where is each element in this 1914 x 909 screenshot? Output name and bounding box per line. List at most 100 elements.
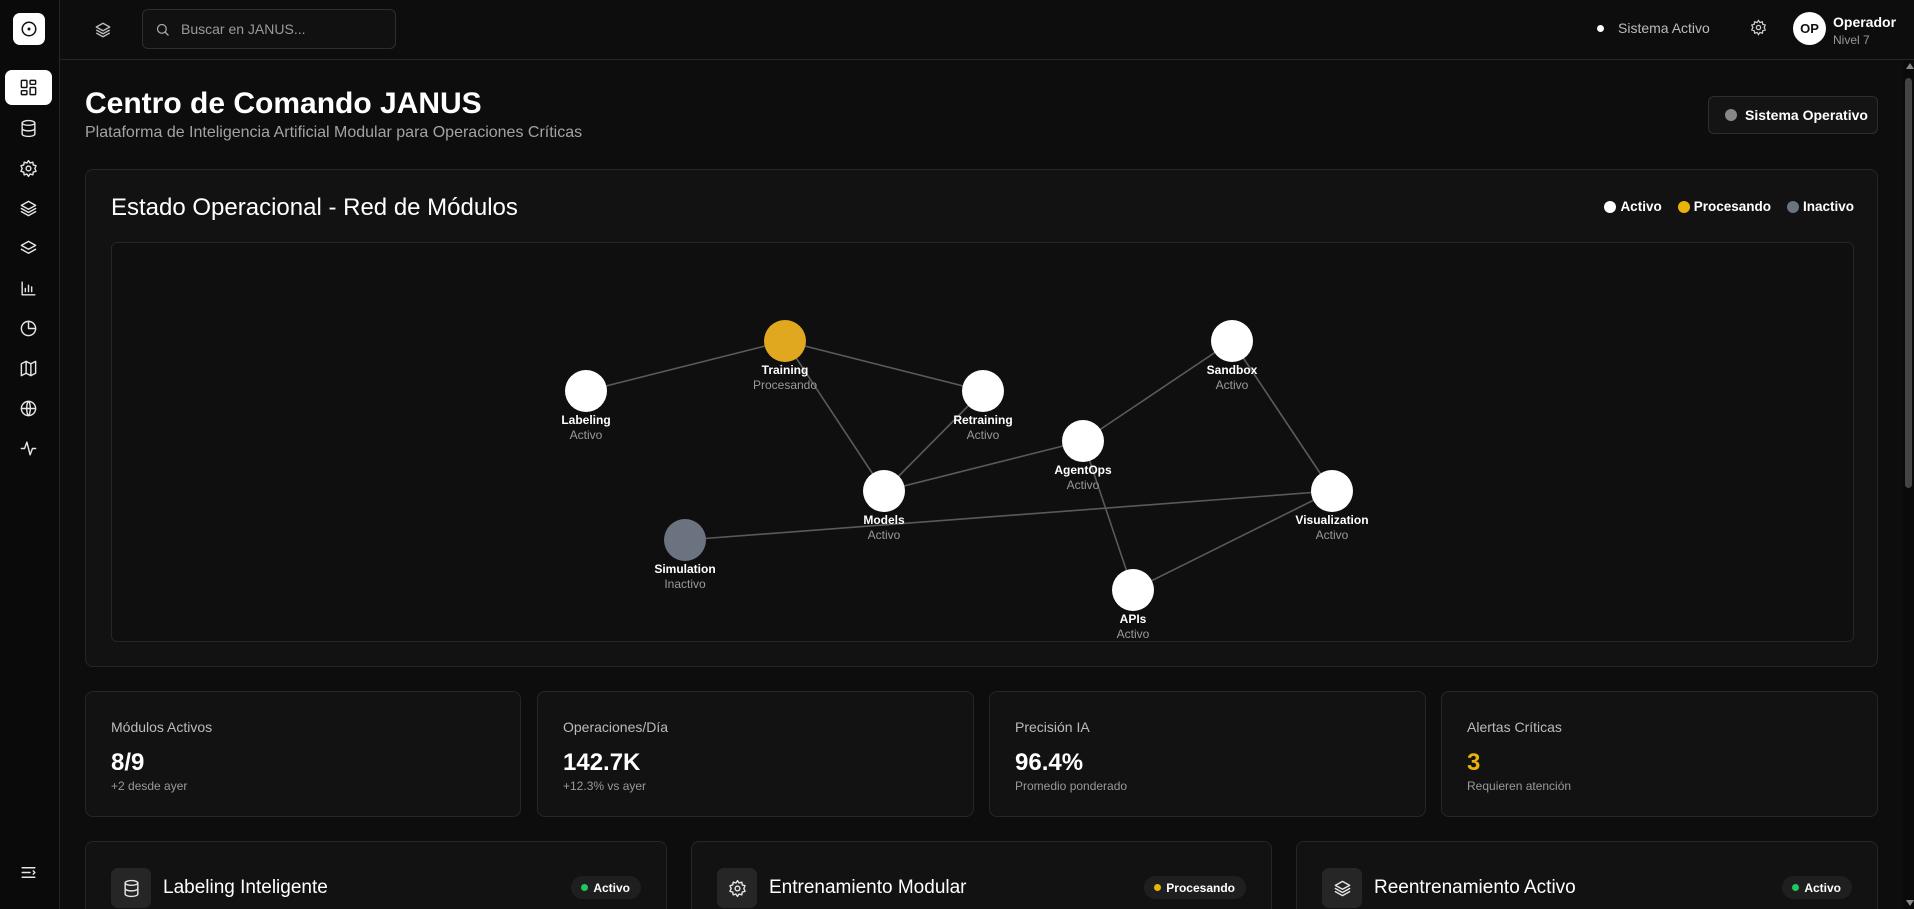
network-node-sandbox[interactable]: SandboxActivo bbox=[1207, 320, 1258, 392]
page-scrollbar[interactable] bbox=[1903, 60, 1914, 909]
legend-item-inactive: Inactivo bbox=[1786, 199, 1854, 214]
map-icon bbox=[20, 360, 37, 377]
sidebar-item-stack[interactable] bbox=[5, 231, 52, 266]
node-status: Procesando bbox=[753, 378, 817, 392]
node-status: Activo bbox=[1067, 478, 1100, 492]
network-node-models[interactable]: ModelsActivo bbox=[863, 470, 905, 542]
gear-icon bbox=[728, 879, 746, 897]
node-circle[interactable] bbox=[1211, 320, 1253, 362]
legend-item-processing: Procesando bbox=[1677, 199, 1771, 214]
node-label: Models bbox=[863, 513, 905, 527]
sidebar-collapse-button[interactable] bbox=[5, 855, 52, 890]
sidebar-item-dashboard[interactable] bbox=[5, 70, 52, 105]
scroll-down-arrow-icon[interactable] bbox=[1906, 900, 1914, 906]
sidebar-item-charts[interactable] bbox=[5, 271, 52, 306]
stat-card-ai-precision: Precisión IA 96.4% Promedio ponderado bbox=[989, 691, 1426, 817]
network-edge-simulation-visualization bbox=[684, 490, 1333, 541]
status-dot bbox=[1597, 24, 1604, 32]
layers-icon bbox=[95, 22, 111, 38]
stat-value: 3 bbox=[1467, 749, 1481, 776]
node-circle[interactable] bbox=[764, 320, 806, 362]
search-input[interactable] bbox=[181, 21, 381, 37]
node-label: AgentOps bbox=[1054, 463, 1112, 477]
stat-card-operations: Operaciones/Día 142.7K +12.3% vs ayer bbox=[537, 691, 974, 817]
network-node-labeling[interactable]: LabelingActivo bbox=[561, 370, 611, 442]
dashboard-icon bbox=[20, 79, 37, 96]
legend-dot bbox=[1604, 200, 1617, 213]
status-badge-label: Activo bbox=[1804, 880, 1841, 895]
app-root: Sistema Activo OP Operador Nivel 7 Centr… bbox=[0, 0, 1914, 909]
node-circle[interactable] bbox=[664, 519, 706, 561]
node-label: Training bbox=[762, 363, 809, 377]
node-circle[interactable] bbox=[962, 370, 1004, 412]
scroll-up-arrow-icon[interactable] bbox=[1906, 63, 1914, 69]
sidebar-item-layers[interactable] bbox=[5, 191, 52, 226]
layers-toggle-button[interactable] bbox=[92, 19, 114, 41]
network-node-retraining[interactable]: RetrainingActivo bbox=[953, 370, 1013, 442]
legend-label: Procesando bbox=[1693, 199, 1771, 214]
network-node-visualization[interactable]: VisualizationActivo bbox=[1295, 470, 1369, 542]
sidebar-item-database[interactable] bbox=[5, 111, 52, 146]
module-title: Labeling Inteligente bbox=[163, 877, 328, 898]
node-circle[interactable] bbox=[565, 370, 607, 412]
node-label: Simulation bbox=[654, 562, 715, 576]
avatar[interactable]: OP bbox=[1793, 12, 1826, 45]
system-status: Sistema Activo bbox=[1597, 20, 1710, 36]
search-box[interactable] bbox=[142, 9, 396, 49]
network-graph[interactable]: Labeling Activo Training Procesando Retraini… bbox=[111, 242, 1854, 642]
network-edge-agentops-sandbox bbox=[1082, 340, 1233, 442]
logo-icon bbox=[21, 21, 37, 37]
collapse-menu-icon bbox=[21, 867, 36, 878]
app-logo[interactable] bbox=[13, 13, 45, 45]
node-circle[interactable] bbox=[1311, 470, 1353, 512]
module-icon bbox=[717, 868, 757, 908]
module-card-training[interactable]: Entrenamiento Modular Procesando bbox=[691, 841, 1272, 909]
stat-card-active-modules: Módulos Activos 8/9 +2 desde ayer bbox=[85, 691, 521, 817]
sidebar-item-settings[interactable] bbox=[5, 151, 52, 186]
node-label: Visualization bbox=[1295, 513, 1368, 527]
sidebar-item-analytics[interactable] bbox=[5, 311, 52, 346]
scrollbar-thumb[interactable] bbox=[1905, 78, 1912, 488]
network-graph-svg: LabelingActivo TrainingProcesando Retraini… bbox=[561, 320, 1369, 641]
status-dot bbox=[1725, 109, 1737, 121]
node-circle[interactable] bbox=[1112, 569, 1154, 611]
sidebar-item-activity[interactable] bbox=[5, 431, 52, 466]
network-legend: Activo Procesando Inactivo bbox=[1588, 199, 1854, 214]
network-node-training[interactable]: TrainingProcesando bbox=[753, 320, 817, 392]
user-name: Operador bbox=[1833, 14, 1897, 30]
module-card-labeling[interactable]: Labeling Inteligente Activo bbox=[85, 841, 667, 909]
gear-icon bbox=[1750, 19, 1767, 36]
stat-label: Operaciones/Día bbox=[563, 719, 669, 735]
activity-icon bbox=[20, 441, 37, 456]
settings-button[interactable] bbox=[1750, 19, 1770, 39]
node-status: Activo bbox=[967, 428, 1000, 442]
node-status: Activo bbox=[1316, 528, 1349, 542]
stat-value: 8/9 bbox=[111, 749, 145, 776]
gear-icon bbox=[20, 159, 37, 178]
sidebar bbox=[0, 0, 60, 909]
network-node-agentops[interactable]: AgentOpsActivo bbox=[1054, 420, 1112, 492]
network-node-simulation[interactable]: SimulationInactivo bbox=[654, 519, 716, 591]
status-badge-label: Activo bbox=[593, 880, 630, 895]
stat-value: 142.7K bbox=[563, 749, 641, 776]
network-title: Estado Operacional - Red de Módulos bbox=[111, 194, 518, 221]
page-title: Centro de Comando JANUS bbox=[85, 87, 482, 120]
system-operational-badge[interactable]: Sistema Operativo bbox=[1708, 96, 1878, 134]
node-circle[interactable] bbox=[1062, 420, 1104, 462]
database-icon bbox=[123, 879, 139, 897]
globe-icon bbox=[20, 400, 37, 417]
node-circle[interactable] bbox=[863, 470, 905, 512]
stat-label: Alertas Críticas bbox=[1467, 719, 1562, 735]
network-node-apis[interactable]: APIsActivo bbox=[1112, 569, 1154, 641]
sidebar-item-globe[interactable] bbox=[5, 391, 52, 426]
node-label: APIs bbox=[1120, 612, 1147, 626]
stat-value: 96.4% bbox=[1015, 749, 1084, 776]
legend-item-active: Activo bbox=[1604, 199, 1662, 214]
sidebar-item-map[interactable] bbox=[5, 351, 52, 386]
status-dot bbox=[1154, 884, 1162, 891]
layers-icon bbox=[20, 200, 37, 217]
module-title: Reentrenamiento Activo bbox=[1374, 877, 1576, 898]
node-status: Activo bbox=[1216, 378, 1249, 392]
module-card-retraining[interactable]: Reentrenamiento Activo Activo bbox=[1296, 841, 1878, 909]
stat-label: Precisión IA bbox=[1015, 719, 1090, 735]
